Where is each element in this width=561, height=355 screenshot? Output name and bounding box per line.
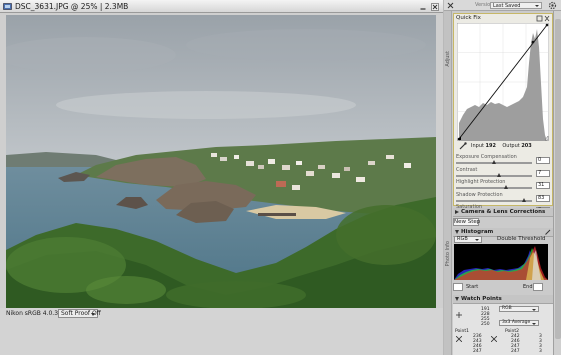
window-title: DSC_3631.JPG @ 25% | 2.3MB [15, 2, 129, 11]
start-threshold-swatch[interactable] [453, 283, 463, 291]
slider-value-field[interactable]: 31 [536, 182, 550, 189]
p4-value-4: 3 [539, 349, 542, 354]
gear-icon[interactable] [548, 1, 557, 10]
histogram-label: Histogram [461, 229, 494, 235]
collapse-triangle-icon [455, 297, 459, 301]
chevron-down-icon [532, 323, 536, 325]
watch-sample-value: 3x3 Average [502, 320, 531, 325]
watch-points-section-header[interactable]: Watch Points [453, 295, 553, 304]
quick-fix-title: Quick Fix [456, 15, 481, 21]
side-tab-photo-info[interactable]: Photo Info [445, 241, 451, 266]
slider-value-field[interactable]: 0 [536, 157, 550, 164]
scrollbar-thumb[interactable] [555, 19, 561, 339]
slider-label: Shadow Protection [456, 191, 503, 198]
end-label: End [523, 284, 533, 290]
chevron-down-icon [535, 5, 539, 7]
edit-icon[interactable] [545, 229, 551, 235]
viewer-bottom-area [0, 320, 443, 355]
side-tab-adjust[interactable]: Adjust [445, 51, 451, 67]
point1-label: Point1 [455, 329, 470, 334]
window-titlebar[interactable]: DSC_3631.JPG @ 25% | 2.3MB [0, 0, 443, 13]
close-icon[interactable] [447, 2, 454, 9]
watch-channel-select[interactable]: RGB [499, 306, 539, 312]
new-step-button[interactable]: New Step [453, 218, 480, 226]
slider-track[interactable] [456, 174, 532, 177]
slider-track[interactable] [456, 187, 532, 189]
close-icon[interactable] [431, 3, 439, 11]
slider-handle[interactable] [497, 172, 502, 177]
collapse-triangle-icon [455, 230, 459, 234]
version-value: Last Saved [493, 3, 521, 9]
curve-io-row: Input 192 Output 203 [456, 142, 550, 151]
rgb-histogram [454, 244, 548, 280]
chevron-down-icon [532, 309, 536, 311]
chevron-down-icon [91, 313, 95, 316]
image-viewer-window: DSC_3631.JPG @ 25% | 2.3MB Nikon sRGB 4.… [0, 0, 443, 355]
watch-points-label: Watch Points [461, 296, 502, 302]
slider-value-field[interactable]: 7 [536, 169, 550, 177]
slider-handle[interactable] [504, 185, 509, 189]
slider-track[interactable] [456, 199, 532, 202]
crosshair-icon[interactable] [456, 312, 462, 318]
crosshair-icon[interactable] [491, 336, 497, 342]
histogram-channel-value: RGB [457, 236, 468, 242]
coastal-photo [6, 15, 436, 308]
histogram-mode-label: Double Threshold [497, 236, 546, 242]
camera-lens-section-header[interactable]: Camera & Lens Corrections [453, 208, 553, 217]
watch-points-panel: RGB 3x3 Average 191 228 255 250 Point1 P… [453, 304, 553, 355]
p3-value-4: 247 [511, 349, 520, 354]
slider-label: Contrast [456, 166, 478, 173]
chevron-down-icon [475, 239, 479, 241]
eyedropper-icon[interactable] [459, 142, 467, 150]
slider-handle[interactable] [492, 160, 496, 164]
slider-handle[interactable] [522, 197, 527, 202]
histogram-threshold-row: Start End [453, 283, 553, 292]
end-threshold-swatch[interactable] [533, 283, 543, 291]
input-value: 192 [485, 143, 496, 149]
minimize-icon[interactable] [419, 3, 427, 11]
slider-label: Exposure Compensation [456, 154, 517, 160]
panel-options-icon[interactable] [536, 15, 550, 22]
status-bar: Nikon sRGB 4.0.3002 Soft Proof Off [0, 308, 443, 320]
photo-canvas[interactable] [6, 15, 436, 308]
slider-label: Highlight Protection [456, 179, 506, 185]
watch-channel-value: RGB [502, 306, 512, 311]
soft-proof-select[interactable]: Soft Proof Off [58, 309, 101, 318]
start-label: Start [466, 284, 479, 290]
slider-value-field[interactable]: 83 [536, 194, 550, 202]
histogram-channel-select[interactable]: RGB [454, 236, 482, 243]
output-label: Output [502, 143, 520, 149]
curve-input-output: Input 192 Output 203 [471, 143, 532, 149]
p1-value-4: 250 [481, 322, 490, 327]
quick-fix-panel: Quick Fix Input 192 Output 203 Exposure … [453, 13, 553, 214]
watch-sample-select[interactable]: 3x3 Average [499, 320, 539, 326]
palette-header: Version Last Saved [444, 0, 561, 11]
histogram-controls: RGB Double Threshold [453, 236, 553, 244]
p2-value-4: 247 [473, 349, 482, 354]
palette-side-tabs: Adjust Photo Info [444, 11, 452, 355]
app-icon [3, 3, 12, 10]
adjustment-palette: Version Last Saved Adjust Photo Info Qui… [444, 0, 561, 355]
tone-curve-graph[interactable] [457, 23, 549, 141]
crosshair-icon[interactable] [456, 336, 462, 342]
version-select[interactable]: Last Saved [490, 2, 542, 9]
output-value: 203 [521, 143, 532, 149]
input-label: Input [471, 143, 484, 149]
palette-scrollbar[interactable] [553, 11, 561, 355]
camera-lens-label: Camera & Lens Corrections [461, 209, 546, 215]
expand-triangle-icon [455, 210, 459, 214]
